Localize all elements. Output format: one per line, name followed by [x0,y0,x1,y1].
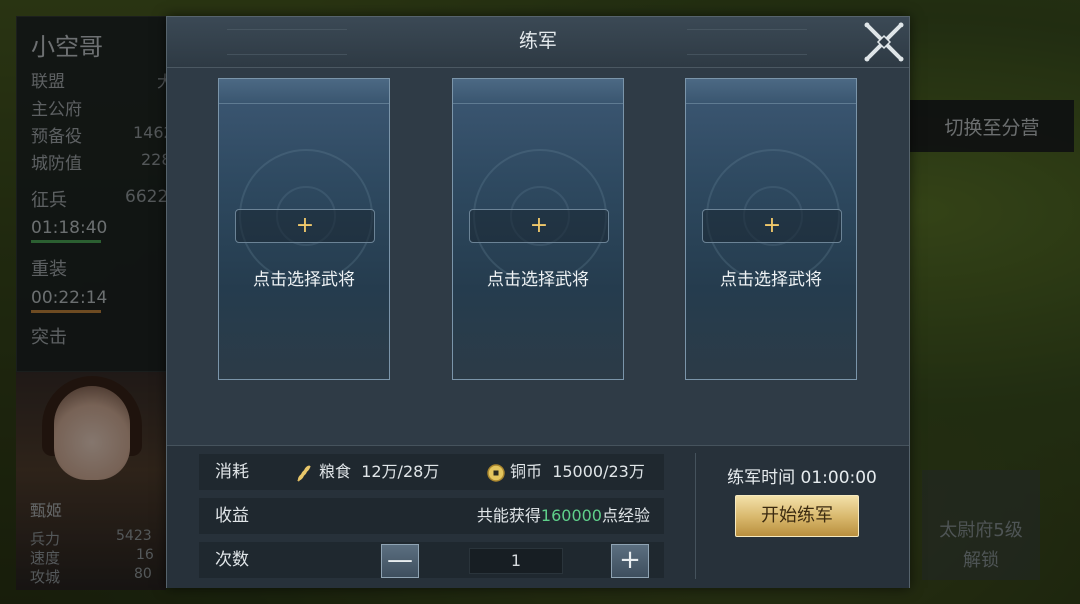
cost-row: 消耗 粮食 12万/28万 铜币 15000/23万 [199,454,664,490]
training-time: 练军时间 01:00:00 [727,468,877,488]
coin-value: 15000/23万 [552,462,645,481]
close-icon [864,22,904,62]
gain-amount: 160000 [540,506,602,525]
count-label: 次数 [215,550,249,570]
dialog-header: 练军 [167,17,909,68]
gain-label: 收益 [215,506,249,526]
grain-cost: 粮食 12万/28万 [295,454,439,490]
general-slot-3[interactable]: + 点击选择武将 [685,78,857,380]
cost-label: 消耗 [215,462,249,482]
gain-prefix: 共能获得 [476,506,541,525]
summary-divider [695,453,696,579]
card-top-ornament [686,79,856,104]
decrease-count-button[interactable]: — [381,544,419,578]
coin-cost: 铜币 15000/23万 [486,454,645,490]
close-button[interactable] [861,19,907,65]
coin-label: 铜币 [510,462,543,481]
gain-row: 收益 共能获得160000点经验 [199,498,664,534]
count-row: 次数 — 1 + [199,542,664,578]
training-dialog: 练军 + 点击选择武将 + 点击选择武将 + 点击选择武将 消耗 粮食 12万/… [166,16,910,588]
general-slot-1[interactable]: + 点击选择武将 [218,78,390,380]
select-general-button[interactable]: + [235,209,375,243]
gain-text: 共能获得160000点经验 [477,498,650,534]
start-training-button[interactable]: 开始练军 [735,495,859,537]
select-general-button[interactable]: + [469,209,609,243]
dialog-title: 练军 [518,30,557,52]
card-top-ornament [219,79,389,104]
general-slot-2[interactable]: + 点击选择武将 [452,78,624,380]
select-general-label: 点击选择武将 [487,270,589,290]
select-general-label: 点击选择武将 [720,270,822,290]
increase-count-button[interactable]: + [611,544,649,578]
select-general-button[interactable]: + [702,209,842,243]
card-top-ornament [453,79,623,104]
count-input[interactable]: 1 [469,548,563,574]
coin-icon [487,463,505,482]
grain-value: 12万/28万 [361,462,440,481]
grain-icon [297,464,311,482]
grain-label: 粮食 [319,462,352,481]
gain-suffix: 点经验 [601,506,650,525]
select-general-label: 点击选择武将 [253,270,355,290]
